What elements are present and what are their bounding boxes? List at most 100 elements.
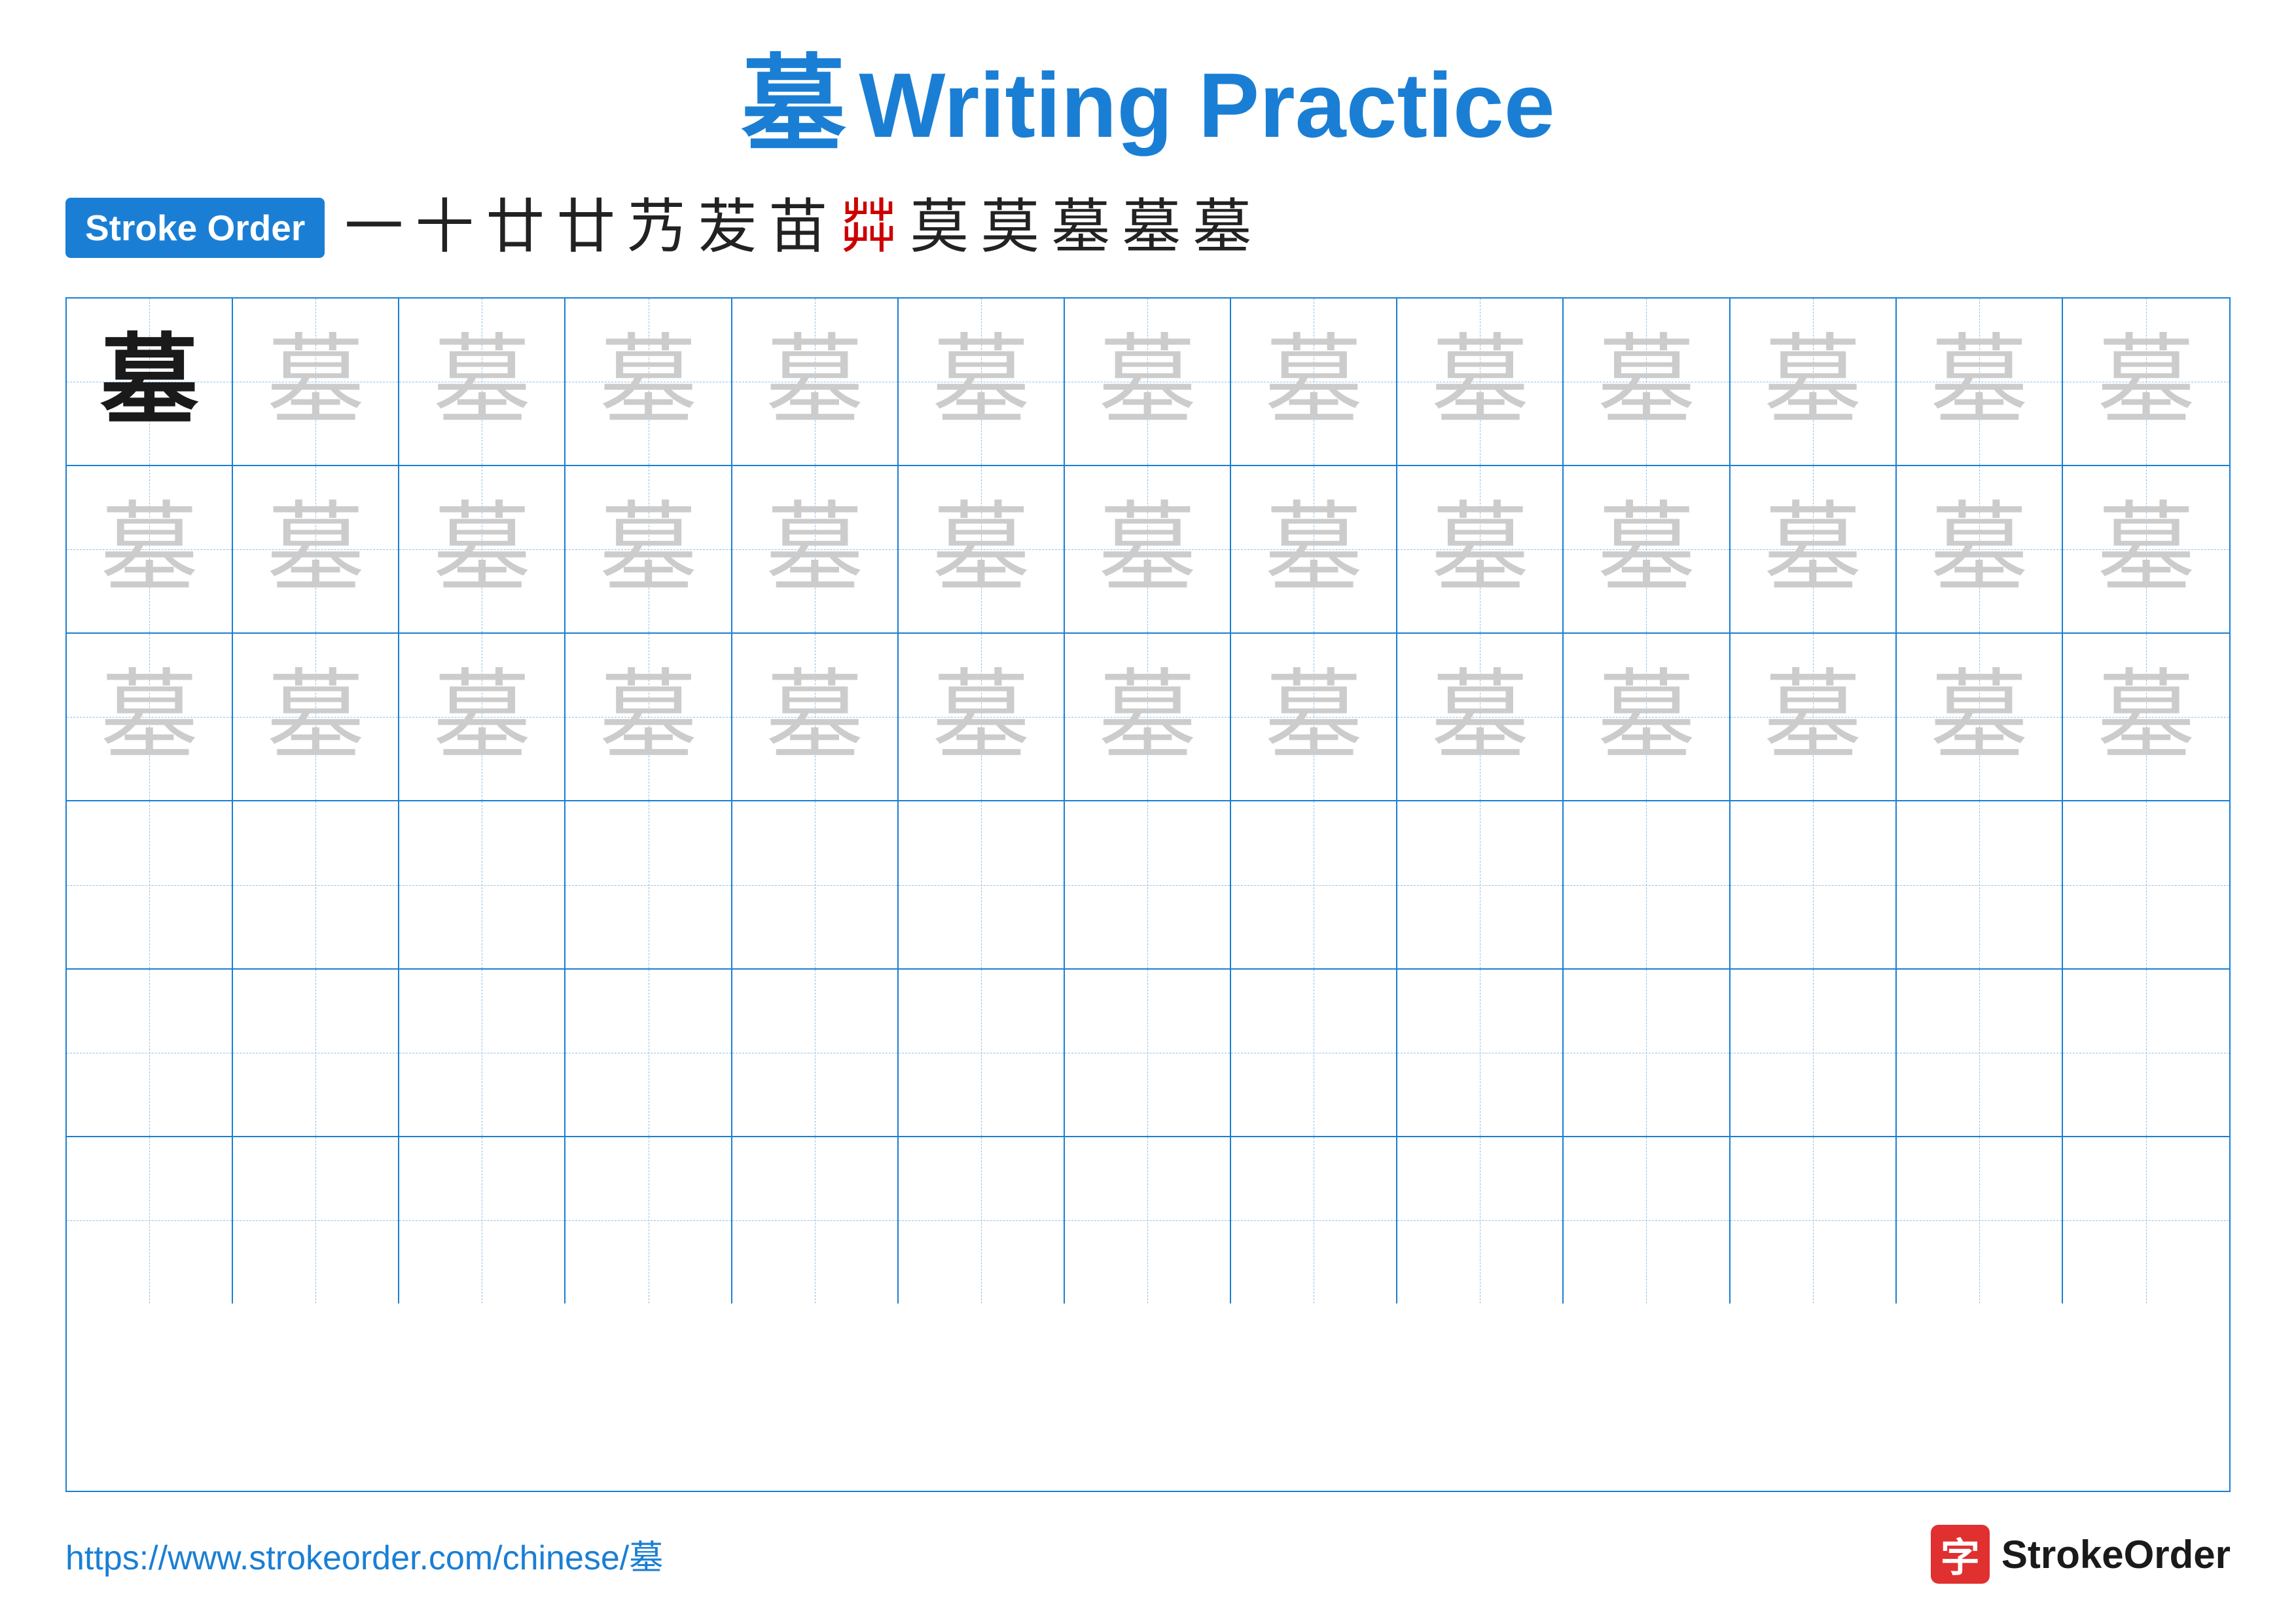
grid-cell-5-7[interactable] [1231, 1137, 1397, 1304]
grid-cell-4-11[interactable] [1897, 970, 2063, 1136]
grid-cell-3-10[interactable] [1731, 801, 1897, 968]
grid-cell-3-4[interactable] [732, 801, 899, 968]
grid-cell-3-9[interactable] [1564, 801, 1730, 968]
grid-cell-3-2[interactable] [399, 801, 565, 968]
grid-cell-5-12[interactable] [2063, 1137, 2229, 1304]
grid-cell-0-11[interactable]: 墓 [1897, 299, 2063, 465]
grid-cell-3-1[interactable] [233, 801, 399, 968]
grid-cell-0-7[interactable]: 墓 [1231, 299, 1397, 465]
cell-character: 墓 [932, 500, 1030, 598]
grid-cell-4-2[interactable] [399, 970, 565, 1136]
stroke-sequence: 一十廿廿艿苃苗茻莫莫墓墓墓 [344, 198, 1251, 257]
grid-cell-4-8[interactable] [1397, 970, 1564, 1136]
grid-cell-4-5[interactable] [899, 970, 1065, 1136]
grid-cell-5-4[interactable] [732, 1137, 899, 1304]
grid-cell-0-0[interactable]: 墓 [67, 299, 233, 465]
grid-cell-0-1[interactable]: 墓 [233, 299, 399, 465]
grid-cell-2-5[interactable]: 墓 [899, 634, 1065, 800]
grid-cell-4-12[interactable] [2063, 970, 2229, 1136]
cell-character: 墓 [766, 668, 864, 766]
grid-cell-3-6[interactable] [1065, 801, 1231, 968]
grid-cell-1-7[interactable]: 墓 [1231, 466, 1397, 632]
grid-cell-1-5[interactable]: 墓 [899, 466, 1065, 632]
grid-cell-5-0[interactable] [67, 1137, 233, 1304]
grid-cell-2-11[interactable]: 墓 [1897, 634, 2063, 800]
cell-character: 墓 [266, 668, 365, 766]
practice-grid: 墓墓墓墓墓墓墓墓墓墓墓墓墓墓墓墓墓墓墓墓墓墓墓墓墓墓墓墓墓墓墓墓墓墓墓墓墓墓墓 [65, 297, 2231, 1492]
grid-cell-2-8[interactable]: 墓 [1397, 634, 1564, 800]
stroke-order-badge: Stroke Order [65, 198, 325, 258]
grid-cell-2-12[interactable]: 墓 [2063, 634, 2229, 800]
grid-cell-4-3[interactable] [565, 970, 732, 1136]
grid-cell-0-5[interactable]: 墓 [899, 299, 1065, 465]
grid-cell-1-9[interactable]: 墓 [1564, 466, 1730, 632]
cell-character: 墓 [1930, 333, 2028, 431]
grid-cell-2-9[interactable]: 墓 [1564, 634, 1730, 800]
grid-cell-2-3[interactable]: 墓 [565, 634, 732, 800]
grid-cell-5-10[interactable] [1731, 1137, 1897, 1304]
grid-cell-5-5[interactable] [899, 1137, 1065, 1304]
grid-cell-2-6[interactable]: 墓 [1065, 634, 1231, 800]
grid-cell-4-10[interactable] [1731, 970, 1897, 1136]
grid-cell-3-0[interactable] [67, 801, 233, 968]
grid-cell-4-9[interactable] [1564, 970, 1730, 1136]
grid-cell-0-10[interactable]: 墓 [1731, 299, 1897, 465]
grid-cell-4-7[interactable] [1231, 970, 1397, 1136]
grid-cell-3-7[interactable] [1231, 801, 1397, 968]
footer-logo: 字 StrokeOrder [1931, 1525, 2231, 1584]
stroke-char-10: 墓 [1051, 198, 1110, 257]
grid-cell-5-1[interactable] [233, 1137, 399, 1304]
grid-cell-3-12[interactable] [2063, 801, 2229, 968]
grid-cell-1-11[interactable]: 墓 [1897, 466, 2063, 632]
grid-cell-1-0[interactable]: 墓 [67, 466, 233, 632]
grid-cell-5-6[interactable] [1065, 1137, 1231, 1304]
grid-cell-0-4[interactable]: 墓 [732, 299, 899, 465]
grid-cell-0-3[interactable]: 墓 [565, 299, 732, 465]
grid-cell-2-2[interactable]: 墓 [399, 634, 565, 800]
grid-cell-1-3[interactable]: 墓 [565, 466, 732, 632]
grid-cell-0-8[interactable]: 墓 [1397, 299, 1564, 465]
grid-cell-4-4[interactable] [732, 970, 899, 1136]
grid-cell-0-6[interactable]: 墓 [1065, 299, 1231, 465]
grid-cell-1-6[interactable]: 墓 [1065, 466, 1231, 632]
grid-cell-2-10[interactable]: 墓 [1731, 634, 1897, 800]
grid-cell-3-5[interactable] [899, 801, 1065, 968]
cell-character: 墓 [1431, 333, 1529, 431]
cell-character: 墓 [1930, 668, 2028, 766]
grid-cell-1-2[interactable]: 墓 [399, 466, 565, 632]
grid-cell-4-0[interactable] [67, 970, 233, 1136]
footer-logo-text: StrokeOrder [2001, 1532, 2231, 1577]
grid-cell-2-1[interactable]: 墓 [233, 634, 399, 800]
footer-logo-icon: 字 [1931, 1525, 1990, 1584]
grid-cell-3-3[interactable] [565, 801, 732, 968]
cell-character: 墓 [266, 333, 365, 431]
grid-cell-2-0[interactable]: 墓 [67, 634, 233, 800]
grid-cell-1-12[interactable]: 墓 [2063, 466, 2229, 632]
grid-cell-0-2[interactable]: 墓 [399, 299, 565, 465]
grid-cell-2-4[interactable]: 墓 [732, 634, 899, 800]
grid-cell-1-8[interactable]: 墓 [1397, 466, 1564, 632]
grid-cell-3-11[interactable] [1897, 801, 2063, 968]
footer-url[interactable]: https://www.strokeorder.com/chinese/墓 [65, 1530, 663, 1579]
grid-cell-1-10[interactable]: 墓 [1731, 466, 1897, 632]
grid-cell-1-4[interactable]: 墓 [732, 466, 899, 632]
grid-cell-1-1[interactable]: 墓 [233, 466, 399, 632]
grid-row-1: 墓墓墓墓墓墓墓墓墓墓墓墓墓 [67, 466, 2229, 634]
grid-cell-5-8[interactable] [1397, 1137, 1564, 1304]
cell-character: 墓 [1265, 500, 1363, 598]
grid-cell-0-12[interactable]: 墓 [2063, 299, 2229, 465]
grid-cell-2-7[interactable]: 墓 [1231, 634, 1397, 800]
grid-cell-4-6[interactable] [1065, 970, 1231, 1136]
grid-cell-5-11[interactable] [1897, 1137, 2063, 1304]
grid-cell-4-1[interactable] [233, 970, 399, 1136]
grid-cell-5-2[interactable] [399, 1137, 565, 1304]
grid-cell-0-9[interactable]: 墓 [1564, 299, 1730, 465]
grid-cell-5-3[interactable] [565, 1137, 732, 1304]
grid-cell-5-9[interactable] [1564, 1137, 1730, 1304]
cell-character: 墓 [1265, 333, 1363, 431]
stroke-char-9: 莫 [980, 198, 1039, 257]
grid-cell-3-8[interactable] [1397, 801, 1564, 968]
cell-character: 墓 [433, 333, 531, 431]
stroke-char-1: 十 [415, 198, 474, 257]
cell-character: 墓 [600, 333, 698, 431]
